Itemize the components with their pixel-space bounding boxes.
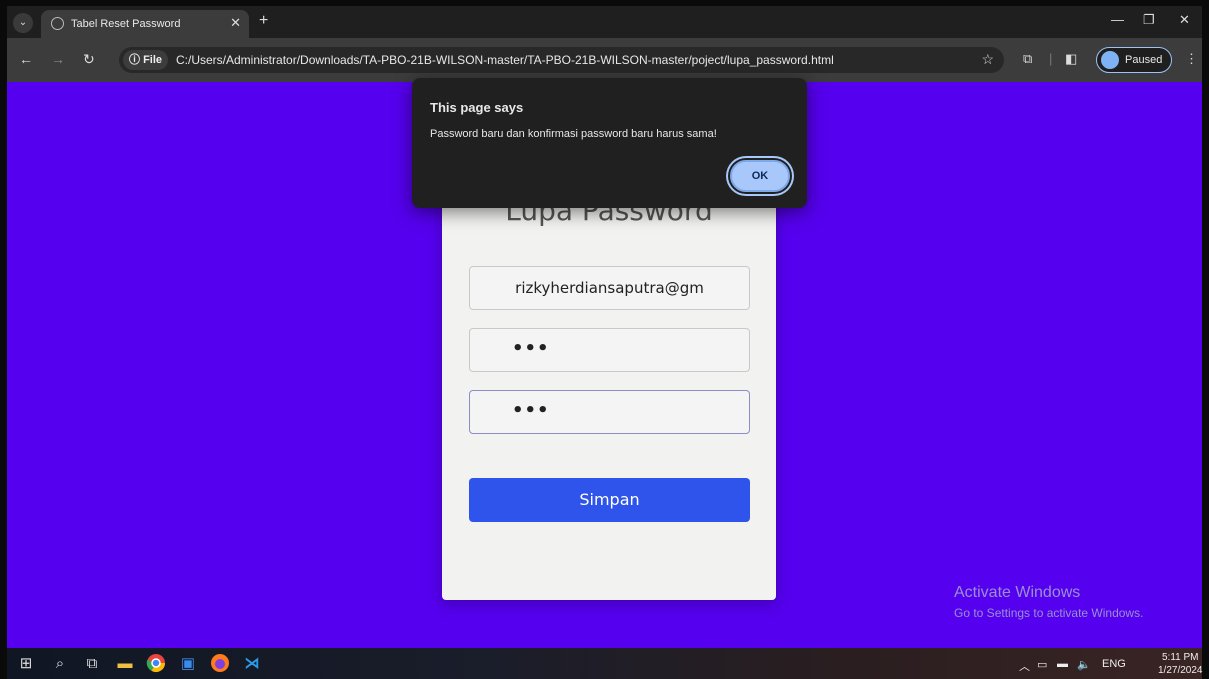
globe-icon	[51, 17, 64, 30]
avatar	[1101, 51, 1119, 69]
window-close-icon[interactable]: ✕	[1179, 12, 1190, 28]
language-indicator[interactable]: ENG	[1102, 658, 1126, 670]
reload-icon[interactable]: ↻	[83, 51, 95, 68]
firefox-icon[interactable]	[209, 653, 231, 675]
search-icon[interactable]: ⌕	[49, 653, 71, 675]
url-text: C:/Users/Administrator/Downloads/TA-PBO-…	[176, 53, 834, 67]
bookmark-star-icon[interactable]: ☆	[981, 51, 994, 68]
watermark-line2: Go to Settings to activate Windows.	[954, 606, 1144, 620]
address-bar[interactable]: ⓘ File C:/Users/Administrator/Downloads/…	[119, 47, 1004, 73]
windows-start-icon[interactable]: ⊞	[15, 653, 37, 675]
minimize-icon[interactable]: —	[1111, 12, 1124, 27]
taskbar: ⊞ ⌕ ⧉ ▬ ▣ ⋊ ︿ ▭ ▬ 🔈 ENG 5:11 PM 1/27/202…	[7, 648, 1203, 679]
chrome-icon[interactable]	[145, 653, 167, 675]
extensions-icon[interactable]: ⧉	[1023, 51, 1032, 67]
reset-password-card: Lupa Password rizkyherdiansaputra@gm •••…	[442, 172, 776, 600]
tab-close-icon[interactable]: ✕	[230, 15, 241, 31]
alert-dialog: This page says Password baru dan konfirm…	[412, 78, 807, 208]
site-info-chip[interactable]: ⓘ File	[123, 50, 169, 70]
media-app-icon[interactable]: ▣	[177, 653, 199, 675]
vscode-icon[interactable]: ⋊	[241, 653, 263, 675]
dialog-message: Password baru dan konfirmasi password ba…	[430, 128, 717, 140]
profile-label: Paused	[1125, 54, 1163, 66]
confirm-password-field[interactable]: •••	[469, 390, 750, 434]
tab-title: Tabel Reset Password	[71, 18, 181, 30]
ok-button[interactable]: OK	[730, 160, 790, 192]
tray-chevron-icon[interactable]: ︿	[1019, 658, 1030, 674]
tab-active[interactable]: Tabel Reset Password ✕	[41, 10, 249, 38]
watermark-line1: Activate Windows	[954, 584, 1081, 601]
site-info-label: File	[143, 54, 163, 66]
tab-search-icon[interactable]: ⌄	[13, 13, 33, 33]
network-icon[interactable]: ▭	[1037, 658, 1047, 671]
screen: ⌄ Tabel Reset Password ✕ + — ❐ ✕ ← → ↻ ⓘ…	[7, 6, 1203, 679]
toolbar-divider: |	[1049, 51, 1053, 66]
side-panel-icon[interactable]: ◧	[1065, 51, 1077, 67]
new-password-field[interactable]: •••	[469, 328, 750, 372]
clock-date: 1/27/2024	[1158, 665, 1203, 676]
tab-strip: ⌄ Tabel Reset Password ✕ + — ❐ ✕	[7, 6, 1202, 38]
back-icon[interactable]: ←	[19, 51, 33, 67]
menu-kebab-icon[interactable]: ⋮	[1185, 51, 1198, 67]
activate-windows-watermark: Activate Windows Go to Settings to activ…	[954, 584, 1143, 620]
task-view-icon[interactable]: ⧉	[81, 653, 103, 675]
email-field[interactable]: rizkyherdiansaputra@gm	[469, 266, 750, 310]
clock-time: 5:11 PM	[1162, 652, 1199, 663]
volume-icon[interactable]: 🔈	[1077, 658, 1091, 671]
forward-icon[interactable]: →	[51, 51, 65, 67]
dialog-title: This page says	[430, 100, 524, 115]
clock[interactable]: 5:11 PM 1/27/2024	[1158, 651, 1203, 677]
file-explorer-icon[interactable]: ▬	[114, 653, 136, 675]
new-tab-icon[interactable]: +	[259, 12, 268, 30]
browser-toolbar: ← → ↻ ⓘ File C:/Users/Administrator/Down…	[7, 38, 1202, 82]
restore-icon[interactable]: ❐	[1143, 12, 1155, 28]
profile-button[interactable]: Paused	[1096, 47, 1172, 73]
save-button[interactable]: Simpan	[469, 478, 750, 522]
battery-icon[interactable]: ▬	[1057, 658, 1068, 670]
